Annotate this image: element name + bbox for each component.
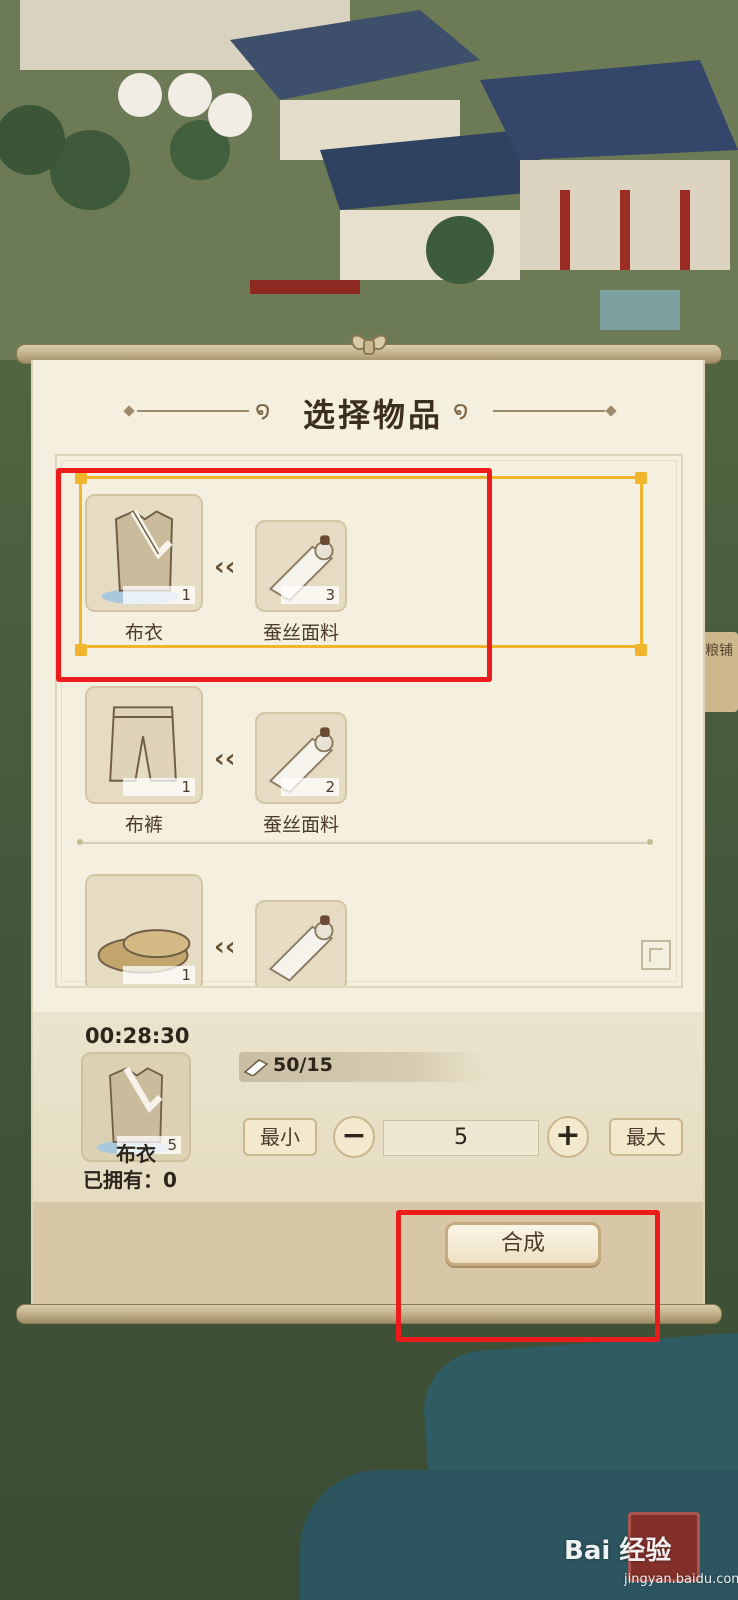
selected-product-name: 布衣 [116,1142,156,1166]
product-name: 布裤 [124,814,163,836]
shop-sign: 粮铺 [700,632,738,712]
min-quantity-button[interactable]: 最小 [243,1118,317,1156]
town-buildings [0,0,738,360]
swirl-ornament-icon: ໑ [255,396,271,424]
annotation-highlight-synthesize [396,1210,660,1342]
craft-timer: 00:28:30 [85,1024,190,1048]
frame-corner-ornament [641,940,671,970]
title-ornament-line [493,410,605,412]
chevron-left-icon: ‹‹ [214,932,236,962]
recipe-row-cloth-pants[interactable]: 1 布裤 ‹‹ 2 蚕丝面料 [83,672,647,840]
silk-fabric-icon [243,1059,269,1076]
craft-settings: 00:28:30 5 布衣 已拥有：0 50/15 最小 − 5 + 最大 [33,1012,703,1202]
material-count: 50/15 [273,1054,333,1076]
material-item[interactable]: 2 蚕丝面料 [253,712,349,837]
chevron-left-icon: ‹‹ [214,744,236,774]
title-ornament-line [137,410,249,412]
material-item[interactable] [253,900,349,986]
recipe-row-straw-shoes[interactable]: 1 ‹‹ [83,860,647,986]
product-slot: 1 [85,874,203,986]
annotation-highlight-recipe [56,468,492,682]
product-item[interactable]: 1 布裤 [83,686,205,837]
watermark-url: jingyan.baidu.com [624,1572,738,1587]
quantity-input[interactable]: 5 [383,1120,539,1156]
item-count: 1 [123,966,195,984]
title-ornament-dot [123,405,135,417]
product-slot: 1 [85,686,203,804]
item-count: 1 [123,778,195,796]
row-divider [77,839,653,845]
selection-corner [635,644,647,656]
dialog-title: 选择物品 [302,396,443,434]
scroll-knot-icon [350,334,388,355]
silk-fabric-icon [268,915,334,982]
decrease-button[interactable]: − [333,1116,375,1158]
item-count: 2 [281,778,339,796]
selection-corner [635,472,647,484]
title-ornament-dot [605,405,617,417]
owned-count: 已拥有：0 [83,1168,177,1192]
product-item[interactable]: 1 [83,874,205,986]
dialog-header: ໑ 选择物品 ໑ [33,390,707,434]
watermark-logo: Bai 经验 [564,1536,672,1566]
swirl-ornament-icon: ໑ [453,396,469,424]
material-name: 蚕丝面料 [262,814,339,836]
increase-button[interactable]: + [547,1116,589,1158]
material-slot: 2 [255,712,347,804]
material-slot [255,900,347,986]
max-quantity-button[interactable]: 最大 [609,1118,683,1156]
